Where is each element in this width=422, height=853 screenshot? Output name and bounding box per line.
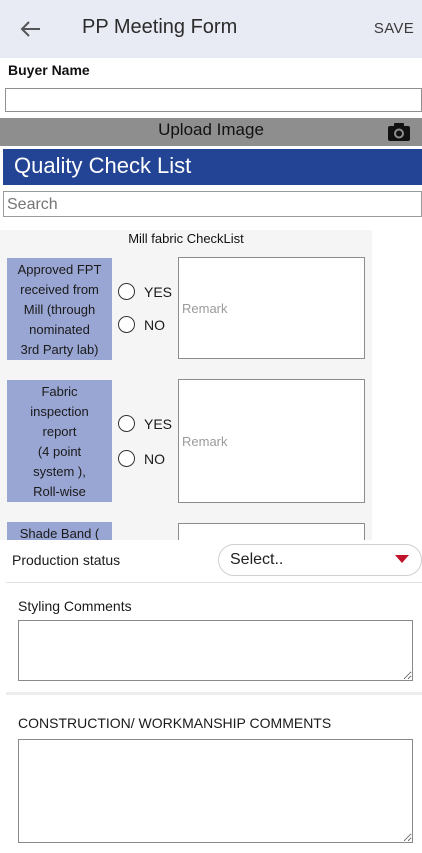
label-line: inspection bbox=[30, 404, 89, 419]
no-radio-label: NO bbox=[144, 451, 165, 467]
save-button[interactable]: SAVE bbox=[374, 20, 414, 37]
label-line: nominated bbox=[29, 322, 90, 337]
remark-placeholder: Remark bbox=[182, 301, 228, 316]
search-input[interactable] bbox=[3, 191, 422, 217]
label-line: 3rd Party lab) bbox=[20, 342, 99, 357]
styling-comments-label: Styling Comments bbox=[18, 598, 132, 614]
label-line: Fabric bbox=[41, 384, 78, 399]
checklist-item-label: Shade Band ( bbox=[7, 522, 112, 542]
production-status-label: Production status bbox=[12, 552, 121, 568]
remark-placeholder: Remark bbox=[182, 434, 228, 449]
label-line: Mill (through bbox=[23, 302, 96, 317]
no-radio[interactable] bbox=[118, 450, 135, 467]
upload-image-label: Upload Image bbox=[158, 120, 264, 139]
label-line: received from bbox=[20, 282, 99, 297]
arrow-left-icon[interactable] bbox=[18, 16, 44, 42]
buyer-name-label: Buyer Name bbox=[8, 62, 90, 78]
checklist-item-label: Fabric inspection report (4 point system… bbox=[7, 380, 112, 502]
no-radio[interactable] bbox=[118, 316, 135, 333]
label-line: report bbox=[42, 424, 77, 439]
checklist-section-title: Mill fabric CheckList bbox=[128, 231, 244, 246]
divider bbox=[6, 692, 422, 695]
quality-check-title: Quality Check List bbox=[14, 153, 192, 178]
label-line: Approved FPT bbox=[17, 262, 102, 277]
label-line: system ), bbox=[33, 464, 86, 479]
label-line: (4 point bbox=[37, 444, 82, 459]
yes-radio-label: YES bbox=[144, 284, 173, 300]
styling-comments-field[interactable] bbox=[18, 620, 413, 681]
label-line: Roll-wise bbox=[33, 484, 86, 499]
yes-radio[interactable] bbox=[118, 415, 135, 432]
yes-radio[interactable] bbox=[118, 283, 135, 300]
page-title: PP Meeting Form bbox=[82, 16, 238, 38]
camera-icon[interactable] bbox=[387, 122, 411, 142]
dropdown-arrow-icon[interactable] bbox=[395, 555, 409, 563]
construction-comments-label: CONSTRUCTION/ WORKMANSHIP COMMENTS bbox=[18, 715, 332, 731]
checklist-item-label: Approved FPT received from Mill (through… bbox=[7, 258, 112, 360]
production-status-value: Select.. bbox=[230, 551, 284, 568]
buyer-name-input[interactable] bbox=[5, 88, 422, 112]
yes-radio-label: YES bbox=[144, 416, 173, 432]
divider bbox=[6, 582, 422, 583]
no-radio-label: NO bbox=[144, 317, 165, 333]
construction-comments-field[interactable] bbox=[18, 739, 413, 843]
